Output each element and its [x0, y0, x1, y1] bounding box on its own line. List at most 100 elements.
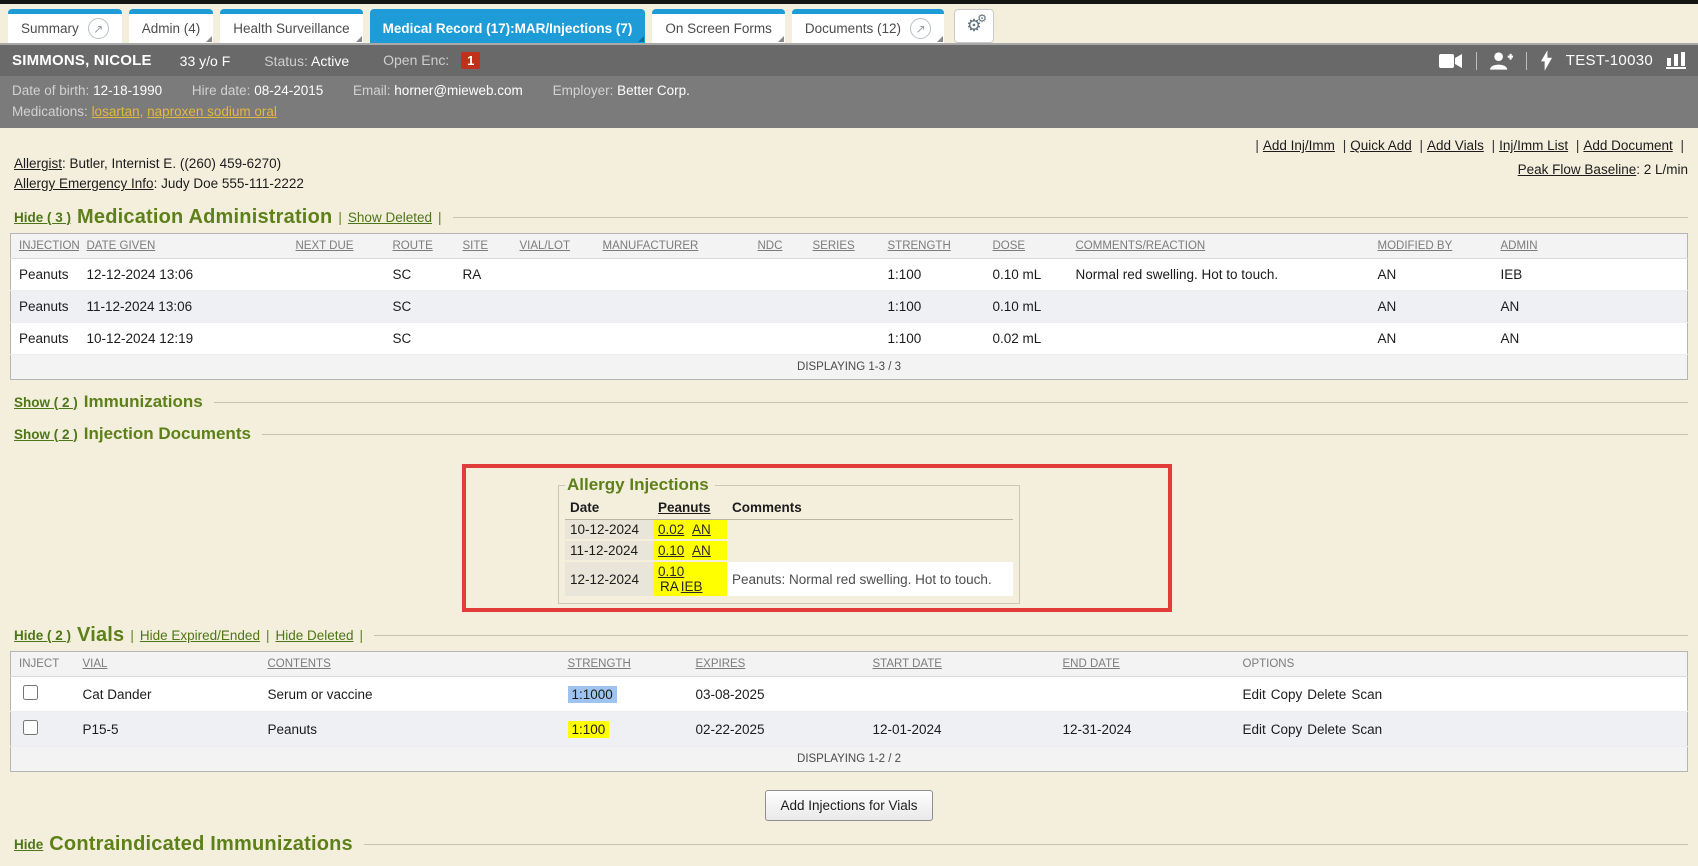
vials-table: INJECT VIAL CONTENTS STRENGTH EXPIRES ST… — [10, 651, 1688, 772]
cell-site — [455, 291, 512, 323]
table-row: P15-5 Peanuts 1:100 02-22-2025 12-01-202… — [11, 712, 1688, 747]
cell-vial: P15-5 — [75, 712, 260, 747]
cell-contents: Peanuts — [260, 712, 560, 747]
add-document-link[interactable]: Add Document — [1583, 138, 1672, 153]
cell-expires: 03-08-2025 — [688, 677, 865, 712]
col-modified-by[interactable]: MODIFIED BY — [1370, 234, 1493, 259]
separator: | — [1492, 138, 1496, 153]
cell-date-given: 10-12-2024 12:19 — [79, 323, 288, 355]
add-vials-link[interactable]: Add Vials — [1427, 138, 1484, 153]
add-person-icon[interactable] — [1490, 52, 1513, 70]
cell-date: 10-12-2024 — [565, 520, 653, 541]
show-deleted-link[interactable]: Show Deleted — [348, 210, 432, 225]
cell-vial-lot — [512, 291, 595, 323]
col-inject: INJECT — [11, 652, 75, 677]
col-contents[interactable]: CONTENTS — [260, 652, 560, 677]
show-toggle-link[interactable]: Show ( 2 ) — [14, 427, 78, 442]
cell-strength: 1:100 — [880, 291, 985, 323]
add-injections-for-vials-button[interactable]: Add Injections for Vials — [765, 790, 932, 821]
cell-ndc — [750, 291, 805, 323]
patient-age-sex: 33 y/o F — [180, 53, 231, 69]
cell-ndc — [750, 323, 805, 355]
col-ndc[interactable]: NDC — [750, 234, 805, 259]
tab-medical-record[interactable]: Medical Record (17):MAR/Injections (7) — [370, 9, 646, 43]
dose-link[interactable]: 0.10 — [658, 564, 684, 579]
divider — [214, 402, 1688, 403]
bar-chart-icon[interactable] — [1666, 52, 1686, 69]
col-route[interactable]: ROUTE — [385, 234, 455, 259]
lightning-icon[interactable] — [1540, 50, 1553, 71]
col-comments[interactable]: COMMENTS/REACTION — [1068, 234, 1370, 259]
tab-summary[interactable]: Summary ↗ — [8, 9, 122, 43]
open-enc-badge[interactable]: 1 — [461, 52, 480, 69]
col-series[interactable]: SERIES — [805, 234, 880, 259]
action-links-row: |Add Inj/Imm |Quick Add |Add Vials |Inj/… — [1251, 138, 1688, 153]
col-start-date[interactable]: START DATE — [865, 652, 1055, 677]
initials-link[interactable]: AN — [692, 543, 711, 558]
settings-button[interactable]: ⚙ ⚙ — [954, 9, 994, 43]
allergist-link[interactable]: Allergist — [14, 156, 62, 171]
section-title: Injection Documents — [84, 424, 251, 444]
external-link-icon[interactable]: ↗ — [910, 18, 931, 39]
col-vial-lot[interactable]: VIAL/LOT — [512, 234, 595, 259]
col-comments: Comments — [727, 498, 1013, 520]
col-end-date[interactable]: END DATE — [1055, 652, 1235, 677]
col-expires[interactable]: EXPIRES — [688, 652, 865, 677]
initials-link[interactable]: IEB — [681, 579, 703, 594]
cell-start-date — [865, 677, 1055, 712]
medication-link[interactable]: naproxen sodium oral — [147, 104, 277, 119]
col-vial[interactable]: VIAL — [75, 652, 260, 677]
scan-link[interactable]: Scan — [1351, 722, 1382, 737]
hide-toggle-link[interactable]: Hide ( 3 ) — [14, 210, 71, 225]
section-title: Vials — [77, 624, 124, 647]
col-strength[interactable]: STRENGTH — [880, 234, 985, 259]
hide-deleted-link[interactable]: Hide Deleted — [275, 628, 353, 643]
quick-add-link[interactable]: Quick Add — [1350, 138, 1412, 153]
col-strength[interactable]: STRENGTH — [560, 652, 688, 677]
col-injection[interactable]: INJECTION — [11, 234, 79, 259]
allergy-emergency-value: : Judy Doe 555-111-2222 — [154, 176, 304, 191]
medication-link[interactable]: losartan — [92, 104, 140, 119]
tab-health-surveillance[interactable]: Health Surveillance — [220, 9, 362, 43]
patient-id: TEST-10030 — [1566, 52, 1653, 69]
initials-link[interactable]: AN — [692, 522, 711, 537]
copy-link[interactable]: Copy — [1271, 722, 1303, 737]
col-date: Date — [565, 498, 653, 520]
dose-link[interactable]: 0.02 — [658, 522, 684, 537]
delete-link[interactable]: Delete — [1307, 722, 1346, 737]
col-next-due[interactable]: NEXT DUE — [288, 234, 385, 259]
video-camera-icon[interactable] — [1439, 53, 1463, 69]
cell-options: Edit Copy Delete Scan — [1235, 677, 1688, 712]
show-toggle-link[interactable]: Show ( 2 ) — [14, 395, 78, 410]
scan-link[interactable]: Scan — [1351, 687, 1382, 702]
external-link-icon[interactable]: ↗ — [88, 18, 109, 39]
medication-administration-heading: Hide ( 3 ) Medication Administration | S… — [14, 206, 1688, 229]
tab-admin[interactable]: Admin (4) — [129, 9, 214, 43]
edit-link[interactable]: Edit — [1243, 687, 1266, 702]
delete-link[interactable]: Delete — [1307, 687, 1346, 702]
col-dose[interactable]: DOSE — [985, 234, 1068, 259]
dose-link[interactable]: 0.10 — [658, 543, 684, 558]
peak-flow-baseline-link[interactable]: Peak Flow Baseline — [1518, 162, 1637, 177]
col-admin[interactable]: ADMIN — [1493, 234, 1688, 259]
inject-checkbox[interactable] — [23, 720, 38, 735]
add-inj-imm-link[interactable]: Add Inj/Imm — [1263, 138, 1335, 153]
copy-link[interactable]: Copy — [1271, 687, 1303, 702]
tab-documents[interactable]: Documents (12) ↗ — [792, 9, 944, 43]
col-date-given[interactable]: DATE GIVEN — [79, 234, 288, 259]
displaying-count: DISPLAYING 1-3 / 3 — [11, 355, 1688, 380]
hide-expired-link[interactable]: Hide Expired/Ended — [140, 628, 260, 643]
inj-imm-list-link[interactable]: Inj/Imm List — [1499, 138, 1568, 153]
patient-demographics: Date of birth: 12-18-1990 Hire date: 08-… — [0, 76, 1698, 128]
inject-checkbox[interactable] — [23, 685, 38, 700]
allergy-emergency-info-link[interactable]: Allergy Emergency Info — [14, 176, 154, 191]
edit-link[interactable]: Edit — [1243, 722, 1266, 737]
tab-on-screen-forms[interactable]: On Screen Forms — [652, 9, 785, 43]
col-manufacturer[interactable]: MANUFACTURER — [595, 234, 750, 259]
cell-dose: 0.10 mL — [985, 291, 1068, 323]
col-peanuts[interactable]: Peanuts — [653, 498, 727, 520]
email-label: Email: — [353, 83, 391, 98]
hide-toggle-link[interactable]: Hide ( 2 ) — [14, 628, 71, 643]
hide-toggle-link[interactable]: Hide — [14, 837, 43, 852]
col-site[interactable]: SITE — [455, 234, 512, 259]
